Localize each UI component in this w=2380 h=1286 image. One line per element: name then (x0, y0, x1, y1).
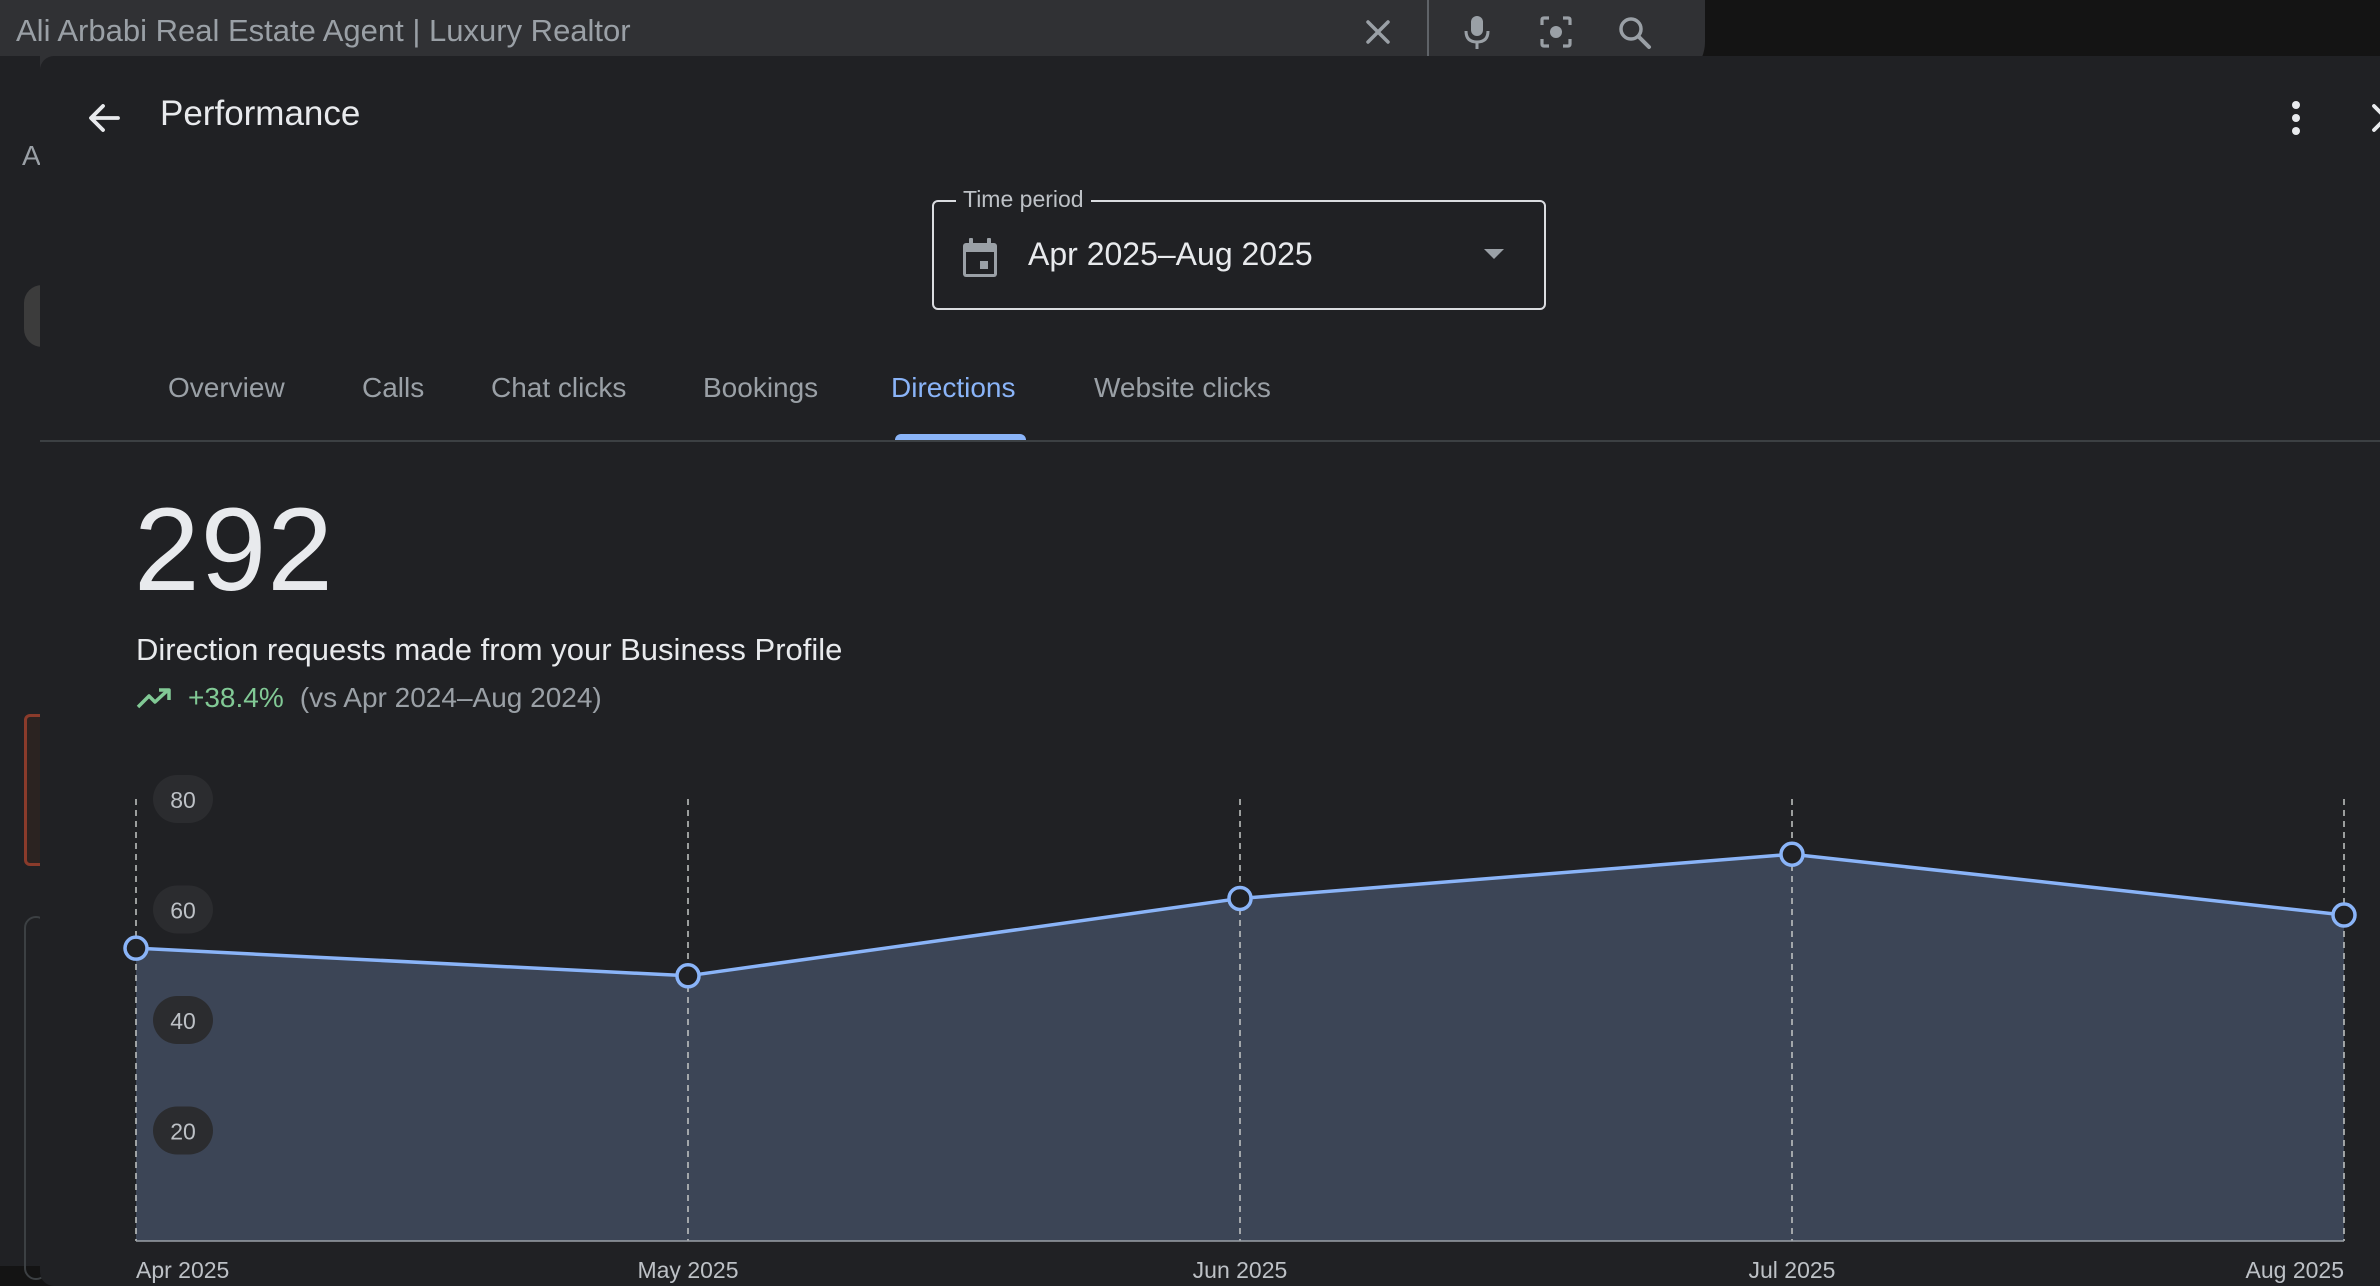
search-query-text[interactable]: Ali Arbabi Real Estate Agent | Luxury Re… (16, 13, 631, 49)
chart-xtick-label-4: Aug 2025 (2246, 1257, 2344, 1283)
chart-xtick-label-2: Jun 2025 (1193, 1257, 1288, 1283)
chart-point-jul-2025 (1779, 841, 1805, 867)
chart-ytick-label-60: 60 (170, 898, 196, 924)
chart-point-may-2025 (675, 963, 701, 989)
chart-ytick-label-40: 40 (170, 1008, 196, 1034)
chart-xtick-label-0: Apr 2025 (136, 1257, 229, 1283)
lens-icon[interactable] (1534, 10, 1578, 54)
search-divider (1427, 0, 1429, 56)
search-icon[interactable] (1612, 10, 1656, 54)
chart-point-aug-2025 (2331, 902, 2357, 928)
chart-ytick-label-80: 80 (170, 787, 196, 813)
background-text-fragment: A (22, 140, 41, 171)
chart-ytick-label-20: 20 (170, 1119, 196, 1145)
directions-chart: 20 40 60 80 Apr 2025 May 2025 Jun 2025 Jul 2025… (123, 775, 2357, 1283)
chart-point-jun-2025 (1227, 885, 1253, 912)
chart-point-apr-2025 (123, 935, 149, 961)
chart-xtick-label-3: Jul 2025 (1749, 1257, 1836, 1283)
close-icon[interactable] (1356, 10, 1400, 54)
mic-icon[interactable] (1455, 10, 1499, 54)
performance-dialog: Performance Time period Apr 2025–Aug 202… (40, 56, 2380, 1286)
chart-xtick-label-1: May 2025 (637, 1257, 738, 1283)
